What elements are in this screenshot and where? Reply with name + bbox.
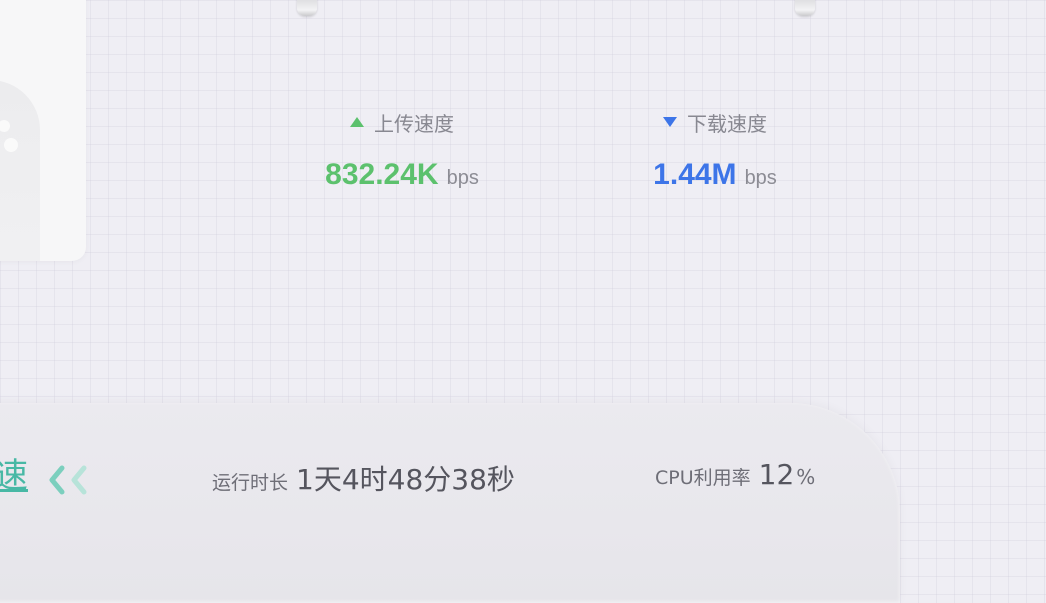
card-illustration (0, 80, 40, 261)
download-speed-value: 1.44M (653, 158, 737, 191)
left-card (0, 0, 86, 261)
router-foot-right (795, 0, 815, 16)
upload-speed-panel: 上传速度 832.24K bps (290, 108, 514, 192)
double-chevron-left-icon[interactable] (46, 462, 92, 498)
bottom-status-panel (0, 403, 900, 603)
accelerate-link[interactable]: 速 (0, 456, 28, 496)
upload-label-row: 上传速度 (290, 108, 514, 136)
uptime-value: 1天4时48分38秒 (296, 463, 515, 496)
upload-value-row: 832.24K bps (290, 158, 514, 192)
upload-speed-label: 上传速度 (374, 111, 454, 136)
cpu-unit: % (796, 465, 816, 489)
cpu-value: 12 (758, 458, 795, 491)
cpu-stat: CPU利用率 12 % (655, 458, 815, 491)
download-speed-panel: 下载速度 1.44M bps (600, 108, 830, 192)
cpu-label: CPU利用率 (655, 467, 751, 489)
uptime-stat: 运行时长 1天4时48分38秒 (212, 458, 515, 498)
download-value-row: 1.44M bps (600, 158, 830, 192)
upload-speed-value: 832.24K (325, 158, 439, 191)
upload-speed-unit: bps (446, 167, 479, 189)
download-speed-unit: bps (744, 167, 777, 189)
uptime-label: 运行时长 (212, 472, 289, 494)
download-speed-label: 下载速度 (687, 111, 767, 136)
triangle-up-icon (350, 117, 364, 127)
router-foot-left (297, 0, 317, 16)
illustration-dot (4, 138, 18, 152)
download-label-row: 下载速度 (600, 108, 830, 136)
triangle-down-icon (663, 117, 677, 127)
